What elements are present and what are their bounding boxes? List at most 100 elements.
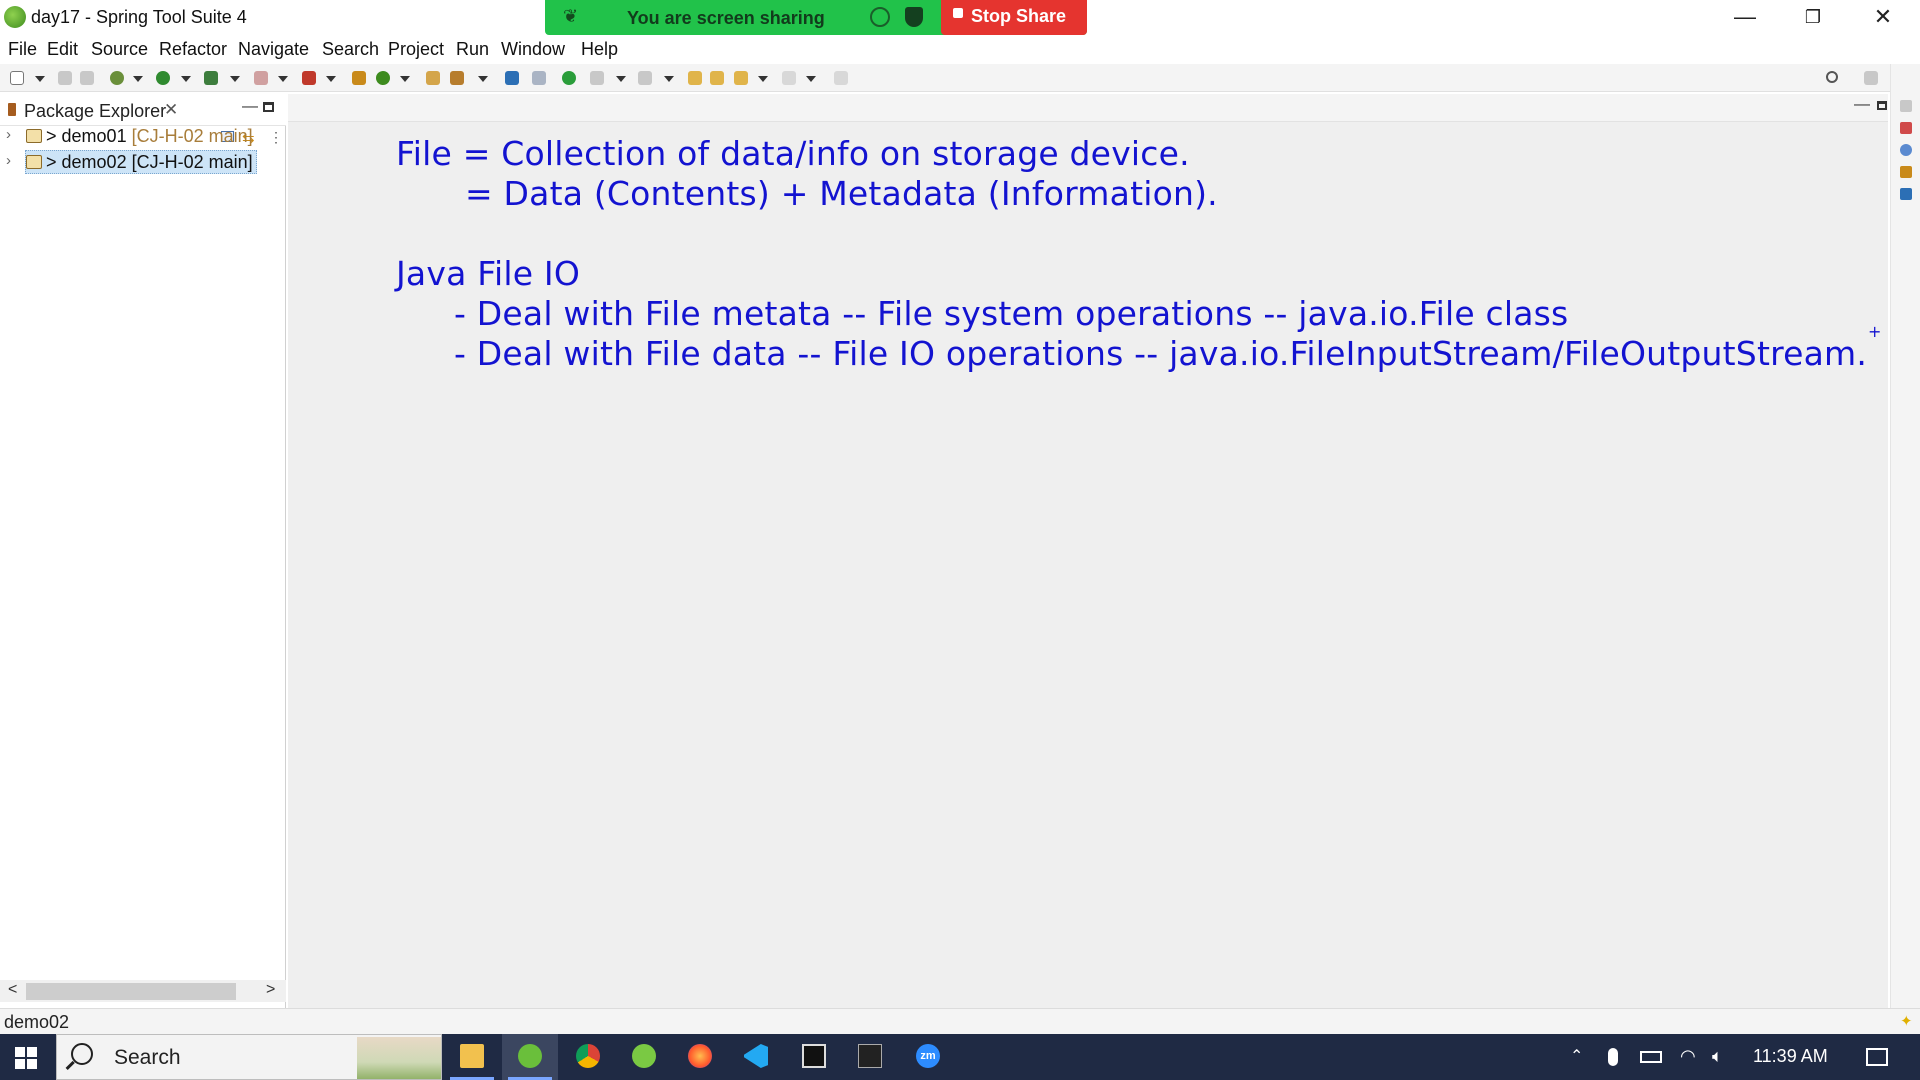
forward-edit-icon[interactable] <box>710 71 724 85</box>
menu-search[interactable]: Search <box>322 39 379 60</box>
run-icon[interactable] <box>156 71 170 85</box>
skip-breakpoints-icon[interactable] <box>532 71 546 85</box>
tip-bulb-icon[interactable]: ✦ <box>1900 1012 1913 1030</box>
file-explorer-taskbar-icon[interactable] <box>444 1034 500 1080</box>
pin-editor-icon[interactable] <box>834 71 848 85</box>
expand-chevron-icon[interactable]: › <box>6 152 11 169</box>
microphone-icon[interactable] <box>1608 1048 1618 1066</box>
new-class-icon[interactable] <box>376 71 390 85</box>
open-type-icon[interactable] <box>426 71 440 85</box>
editor-area[interactable]: — File = Collection of data/info on stor… <box>288 94 1888 1008</box>
javadoc-view-icon[interactable] <box>1900 144 1912 156</box>
chrome-taskbar-icon[interactable] <box>560 1034 616 1080</box>
scroll-right-icon[interactable]: > <box>266 981 275 999</box>
open-perspective-icon[interactable] <box>1864 71 1878 85</box>
maximize-editor-icon[interactable] <box>1877 101 1887 110</box>
coverage-icon[interactable] <box>204 71 218 85</box>
menu-run[interactable]: Run <box>456 39 489 60</box>
notifications-icon[interactable] <box>1866 1048 1888 1066</box>
forward-icon[interactable] <box>782 71 796 85</box>
terminal-window-taskbar-icon[interactable] <box>786 1034 842 1080</box>
run-dropdown-icon[interactable] <box>181 76 191 82</box>
stop-dropdown-icon[interactable] <box>278 76 288 82</box>
next-annotation-icon[interactable] <box>590 71 604 85</box>
maximize-view-icon[interactable] <box>263 102 274 112</box>
spring-tool-suite-2-taskbar-icon[interactable] <box>616 1034 672 1080</box>
search-toolbar-icon[interactable] <box>450 71 464 85</box>
coverage-dropdown-icon[interactable] <box>230 76 240 82</box>
minimize-editor-icon[interactable]: — <box>1854 96 1870 114</box>
menu-help[interactable]: Help <box>581 39 618 60</box>
windows-logo-icon <box>15 1047 25 1057</box>
stop-icon[interactable] <box>254 71 268 85</box>
close-tab-icon[interactable]: ✕ <box>164 100 178 120</box>
note-line-file-metadata: - Deal with File metata -- File system o… <box>454 294 1569 333</box>
boot-dropdown-icon[interactable] <box>326 76 336 82</box>
new-dropdown-icon[interactable] <box>35 76 45 82</box>
restore-button[interactable]: ❐ <box>1778 0 1848 36</box>
declaration-view-icon[interactable] <box>1900 166 1912 178</box>
windows-logo-pane <box>27 1047 37 1057</box>
stop-share-label: Stop Share <box>971 6 1067 26</box>
taskbar-search-box[interactable]: Search <box>56 1034 442 1080</box>
menu-navigate[interactable]: Navigate <box>238 39 309 60</box>
new-class-dropdown-icon[interactable] <box>400 76 410 82</box>
search-dropdown-icon[interactable] <box>478 76 488 82</box>
last-edit-icon[interactable] <box>688 71 702 85</box>
horizontal-scrollbar[interactable]: < > <box>0 980 286 1002</box>
firefox-taskbar-icon[interactable] <box>672 1034 728 1080</box>
console-view-icon[interactable] <box>1900 188 1912 200</box>
forward-dropdown-icon[interactable] <box>806 76 816 82</box>
restore-view-icon[interactable] <box>1900 100 1912 112</box>
new-package-icon[interactable] <box>352 71 366 85</box>
debug-icon[interactable] <box>110 71 124 85</box>
debug-dropdown-icon[interactable] <box>133 76 143 82</box>
problems-view-icon[interactable] <box>1900 122 1912 134</box>
tree-item-demo02[interactable]: › > demo02 [CJ-H-02 main] <box>0 150 286 174</box>
prev-annotation-icon[interactable] <box>638 71 652 85</box>
boot-dashboard-icon[interactable] <box>302 71 316 85</box>
start-button[interactable] <box>0 1034 54 1080</box>
new-icon[interactable] <box>10 71 24 85</box>
save-all-icon[interactable] <box>80 71 94 85</box>
back-dropdown-icon[interactable] <box>758 76 768 82</box>
project-folder-icon <box>26 155 42 169</box>
menu-bar: File Edit Source Refactor Navigate Searc… <box>0 36 1920 64</box>
minimize-button[interactable]: — <box>1710 0 1780 36</box>
tree-item-label: > demo02 [CJ-H-02 main] <box>46 152 253 172</box>
console-icon[interactable] <box>505 71 519 85</box>
command-prompt-taskbar-icon[interactable] <box>842 1034 898 1080</box>
save-icon[interactable] <box>58 71 72 85</box>
menu-source[interactable]: Source <box>91 39 148 60</box>
menu-project[interactable]: Project <box>388 39 444 60</box>
next-annotation-dropdown-icon[interactable] <box>616 76 626 82</box>
scroll-left-icon[interactable]: < <box>8 981 17 999</box>
menu-window[interactable]: Window <box>501 39 565 60</box>
vscode-taskbar-icon[interactable] <box>728 1034 784 1080</box>
note-line-file-data: - Deal with File data -- File IO operati… <box>454 334 1868 373</box>
stop-share-button[interactable]: Stop Share <box>941 0 1087 35</box>
search-global-icon[interactable] <box>1826 71 1838 83</box>
wifi-icon[interactable]: ◠ <box>1680 1046 1696 1067</box>
clock-time[interactable]: 11:39 AM <box>1753 1046 1828 1067</box>
zoom-taskbar-icon[interactable]: zm <box>900 1034 956 1080</box>
menu-edit[interactable]: Edit <box>47 39 78 60</box>
scrollbar-thumb[interactable] <box>26 983 236 1000</box>
show-hidden-icons-chevron-icon[interactable]: ⌃ <box>1570 1046 1583 1066</box>
speaker-icon[interactable]: 🔈︎ <box>1712 1046 1723 1067</box>
tree-item-demo01[interactable]: › > demo01 [CJ-H-02 main] <box>0 124 286 148</box>
battery-icon[interactable] <box>1640 1051 1662 1063</box>
spring-tool-suite-taskbar-icon[interactable] <box>502 1034 558 1080</box>
menu-refactor[interactable]: Refactor <box>159 39 227 60</box>
menu-file[interactable]: File <box>8 39 37 60</box>
pause-share-icon[interactable] <box>870 7 890 27</box>
package-explorer-tab[interactable]: Package Explorer ✕ — <box>0 94 286 126</box>
close-button[interactable]: ✕ <box>1848 0 1918 36</box>
minimize-view-icon[interactable]: — <box>242 98 258 116</box>
security-shield-icon[interactable] <box>905 7 923 27</box>
prev-annotation-dropdown-icon[interactable] <box>664 76 674 82</box>
toggle-mark-icon[interactable] <box>562 71 576 85</box>
expand-chevron-icon[interactable]: › <box>6 126 11 143</box>
back-icon[interactable] <box>734 71 748 85</box>
search-icon <box>71 1043 93 1065</box>
